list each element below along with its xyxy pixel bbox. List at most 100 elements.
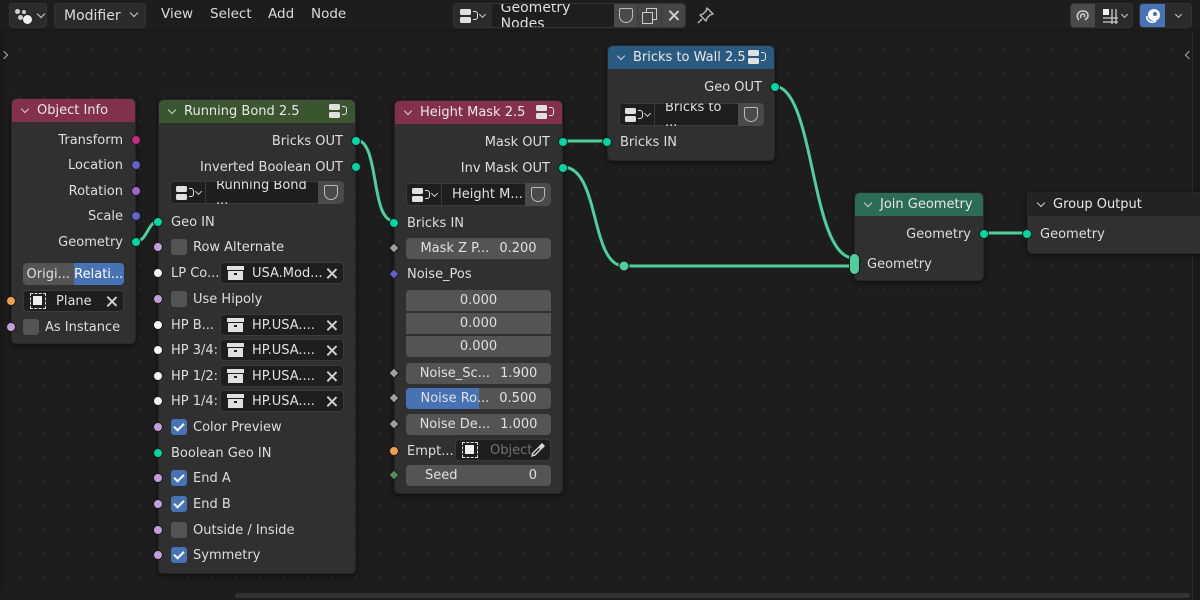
clear-icon[interactable] [326, 396, 337, 407]
object-socket[interactable] [389, 446, 399, 456]
node-header[interactable]: Bricks to Wall 2.5 [608, 46, 774, 69]
collapse-chevron-icon[interactable] [863, 198, 873, 207]
boolean-socket[interactable] [153, 242, 163, 252]
geometry-nodes-type-dropdown[interactable]: Modifier [54, 3, 146, 28]
lp-collection-field[interactable]: USA.Mod... [220, 262, 344, 284]
collection-socket[interactable] [153, 345, 163, 355]
menu-view[interactable]: View [161, 6, 193, 22]
geometry-socket[interactable] [153, 217, 163, 227]
noise-roughness-slider[interactable]: Noise Ro... 0.500 [388, 388, 551, 409]
browse-node-tree-button[interactable] [454, 4, 492, 27]
collection-socket[interactable] [153, 320, 163, 330]
node-group-output[interactable]: Group Output Geometry [1022, 192, 1200, 254]
eyedropper-icon[interactable] [530, 442, 546, 458]
node-header[interactable]: Join Geometry [855, 193, 983, 216]
geometry-socket[interactable] [770, 82, 780, 92]
geometry-socket[interactable] [351, 162, 361, 172]
noise-pos-x-field[interactable]: 0.000 [406, 290, 551, 311]
node-join-geometry[interactable]: Join Geometry Geometry Geometry [849, 192, 989, 281]
geometry-socket[interactable] [1022, 229, 1032, 239]
duplicate-button[interactable] [637, 4, 662, 27]
menu-node[interactable]: Node [311, 6, 346, 22]
noise-pos-y-field[interactable]: 0.000 [406, 313, 551, 334]
noise-detail-field[interactable]: Noise De... 1.000 [388, 414, 551, 435]
hp-collection-field[interactable]: HP.USA.... [220, 390, 344, 412]
overlay-options-dropdown[interactable] [1165, 10, 1191, 18]
browse-group-button[interactable] [619, 103, 655, 126]
group-name-field[interactable]: Bricks to ... [655, 103, 738, 126]
group-name-field[interactable]: Height M... [442, 183, 525, 206]
collection-socket[interactable] [153, 371, 163, 381]
menu-select[interactable]: Select [210, 6, 252, 22]
fake-user-button[interactable] [525, 183, 551, 206]
horizontal-scrollbar[interactable] [235, 593, 1190, 598]
collapse-chevron-icon[interactable] [403, 106, 413, 115]
sidebar-collapsed-strip[interactable] [1192, 31, 1200, 600]
noise-pos-z-field[interactable]: 0.000 [406, 336, 551, 357]
clear-icon[interactable] [326, 345, 337, 356]
end-a-checkbox[interactable] [171, 470, 187, 486]
clear-icon[interactable] [326, 268, 337, 279]
unlink-button[interactable] [661, 4, 685, 27]
geometry-socket[interactable] [558, 137, 568, 147]
snap-options-dropdown[interactable] [1095, 7, 1132, 25]
outside-inside-checkbox[interactable] [171, 522, 187, 538]
boolean-socket[interactable] [6, 322, 16, 332]
geometry-socket[interactable] [389, 218, 399, 228]
fake-user-button[interactable] [738, 103, 764, 126]
overlay-toggle[interactable] [1140, 4, 1165, 27]
hp-collection-field[interactable]: HP.USA.... [220, 365, 344, 387]
boolean-socket[interactable] [153, 294, 163, 304]
collapse-chevron-icon[interactable] [20, 104, 30, 113]
vector-socket[interactable] [131, 160, 141, 170]
hp-collection-field[interactable]: HP.USA.... [220, 314, 344, 336]
geometry-socket[interactable] [558, 163, 568, 173]
node-height-mask[interactable]: Height Mask 2.5 Mask OUT Inv Mask OUT He… [388, 100, 568, 494]
pin-icon[interactable] [697, 6, 715, 24]
collection-socket[interactable] [153, 268, 163, 278]
clear-icon[interactable] [326, 371, 337, 382]
browse-group-button[interactable] [406, 183, 442, 206]
row-alternate-checkbox[interactable] [171, 239, 187, 255]
geometry-socket[interactable] [602, 137, 612, 147]
node-bricks-to-wall[interactable]: Bricks to Wall 2.5 Geo OUT Bricks to ...… [602, 45, 780, 161]
noise-scale-field[interactable]: Noise_Sc... 1.900 [388, 363, 551, 384]
node-object-info[interactable]: Object Info Transform Location Rotation … [6, 98, 141, 344]
browse-group-button[interactable] [170, 181, 206, 204]
node-header[interactable]: Height Mask 2.5 [395, 101, 562, 124]
object-socket[interactable] [6, 296, 16, 306]
node-header[interactable]: Group Output [1028, 193, 1200, 216]
editor-type-button[interactable] [9, 3, 47, 28]
use-hipoly-checkbox[interactable] [171, 291, 187, 307]
boolean-socket[interactable] [153, 473, 163, 483]
rotation-socket[interactable] [131, 186, 141, 196]
collection-socket[interactable] [153, 396, 163, 406]
boolean-socket[interactable] [153, 525, 163, 535]
empty-object-field[interactable]: Object [455, 439, 551, 461]
vector-socket[interactable] [131, 211, 141, 221]
clear-icon[interactable] [106, 296, 117, 307]
matrix-socket[interactable] [131, 135, 141, 145]
hp-collection-field[interactable]: HP.USA.... [220, 339, 344, 361]
symmetry-checkbox[interactable] [171, 547, 187, 563]
original-option[interactable]: Origi... [23, 263, 74, 285]
boolean-socket[interactable] [153, 499, 163, 509]
object-field[interactable]: Plane [6, 290, 124, 312]
boolean-socket[interactable] [153, 422, 163, 432]
collapse-chevron-icon[interactable] [1036, 198, 1046, 207]
as-instance-checkbox[interactable] [23, 319, 39, 335]
menu-add[interactable]: Add [268, 6, 294, 22]
end-b-checkbox[interactable] [171, 496, 187, 512]
seed-field[interactable]: Seed 0 [388, 465, 551, 486]
color-preview-checkbox[interactable] [171, 419, 187, 435]
snap-toggle[interactable] [1071, 4, 1095, 27]
boolean-socket[interactable] [153, 550, 163, 560]
node-header[interactable]: Object Info [12, 99, 135, 122]
geometry-socket[interactable] [979, 229, 989, 239]
node-tree-name-field[interactable]: Geometry Nodes [491, 4, 614, 27]
node-running-bond[interactable]: Running Bond 2.5 Bricks OUT Inverted Boo… [153, 99, 361, 574]
geometry-socket[interactable] [131, 237, 141, 247]
multi-input-socket[interactable] [849, 253, 860, 275]
fake-user-button[interactable] [318, 181, 344, 204]
group-name-field[interactable]: Running Bond ... [206, 181, 318, 204]
